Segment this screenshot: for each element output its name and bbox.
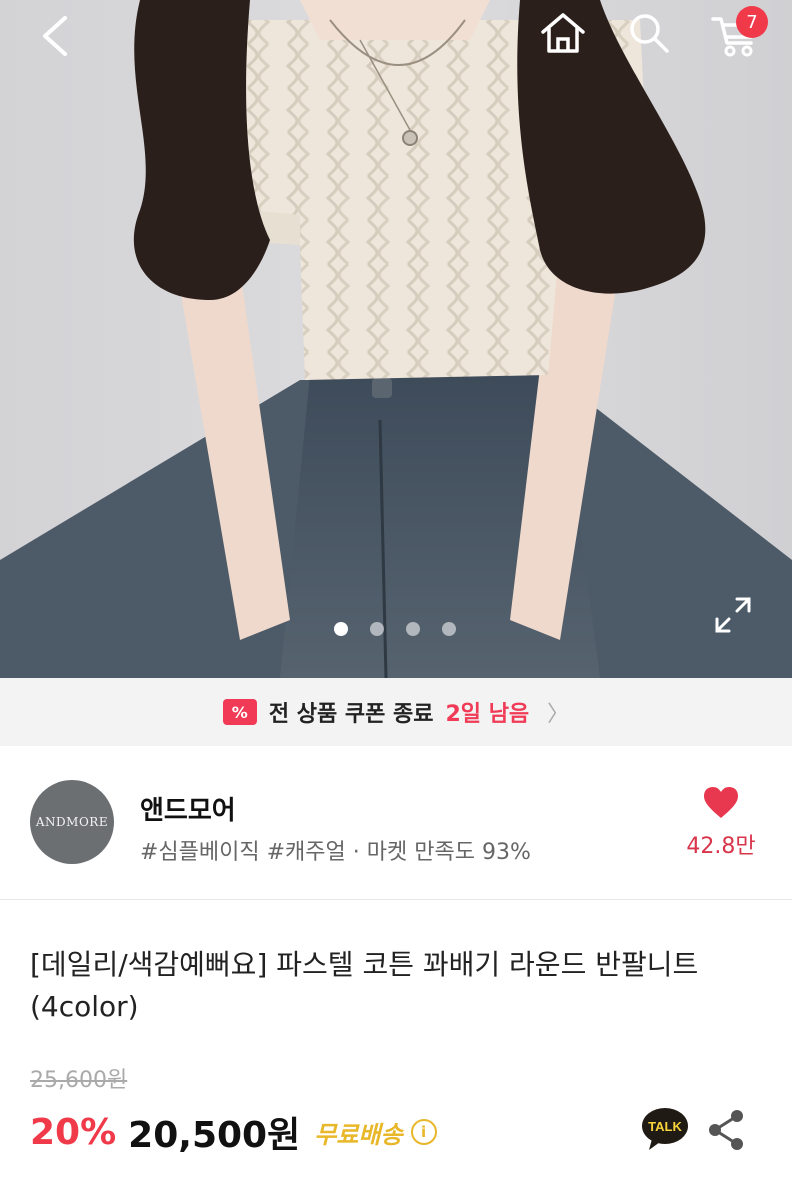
product-image-gallery[interactable]: 7	[0, 0, 792, 678]
gallery-pagination	[334, 622, 456, 636]
search-button[interactable]	[620, 8, 678, 58]
pagination-dot[interactable]	[334, 622, 348, 636]
expand-icon	[715, 597, 751, 633]
talk-icon: TALK	[642, 1108, 688, 1150]
talk-label: TALK	[648, 1119, 682, 1134]
chevron-right-icon: 〉	[547, 702, 570, 727]
search-icon	[630, 14, 669, 53]
back-button[interactable]	[24, 8, 84, 64]
like-count: 42.8만	[686, 834, 756, 859]
coupon-banner[interactable]: % 전 상품 쿠폰 종료 2일 남음 〉	[0, 678, 792, 746]
product-title: [데일리/색감예뻐요] 파스텔 코튼 꽈배기 라운드 반팔니트 (4color)	[30, 948, 699, 1023]
back-arrow-icon	[43, 16, 67, 56]
like-button[interactable]: 42.8만	[676, 786, 766, 860]
sale-price: 20,500원	[128, 1115, 301, 1156]
free-shipping-label: 무료배송	[314, 1120, 403, 1149]
info-icon[interactable]: i	[410, 1119, 437, 1145]
fullscreen-button[interactable]	[706, 590, 760, 640]
seller-avatar[interactable]: ANDMORE	[30, 780, 114, 864]
seller-tags: #심플베이직 #캐주얼 · 마켓 만족도 93%	[140, 840, 531, 865]
cart-button[interactable]: 7	[700, 6, 770, 60]
original-price: 25,600원	[30, 1068, 128, 1093]
price-row: 20% 20,500원 무료배송 i	[30, 1106, 437, 1158]
coupon-icon: %	[222, 699, 257, 725]
product-photo	[0, 0, 792, 678]
home-icon	[541, 13, 585, 53]
coupon-text: 전 상품 쿠폰 종료	[268, 702, 434, 727]
kakao-talk-button[interactable]: TALK	[640, 1106, 690, 1152]
share-button[interactable]	[706, 1108, 746, 1152]
coupon-remaining: 2일 남음	[445, 702, 530, 727]
pagination-dot[interactable]	[370, 622, 384, 636]
discount-rate: 20%	[30, 1111, 117, 1153]
home-button[interactable]	[534, 8, 592, 58]
heart-icon	[704, 787, 738, 818]
pagination-dot[interactable]	[406, 622, 420, 636]
pagination-dot[interactable]	[442, 622, 456, 636]
cart-count-badge: 7	[736, 6, 768, 38]
seller-name[interactable]: 앤드모어	[140, 790, 236, 827]
share-icon	[709, 1110, 743, 1150]
seller-section: ANDMORE 앤드모어 #심플베이직 #캐주얼 · 마켓 만족도 93% 42…	[0, 746, 792, 900]
